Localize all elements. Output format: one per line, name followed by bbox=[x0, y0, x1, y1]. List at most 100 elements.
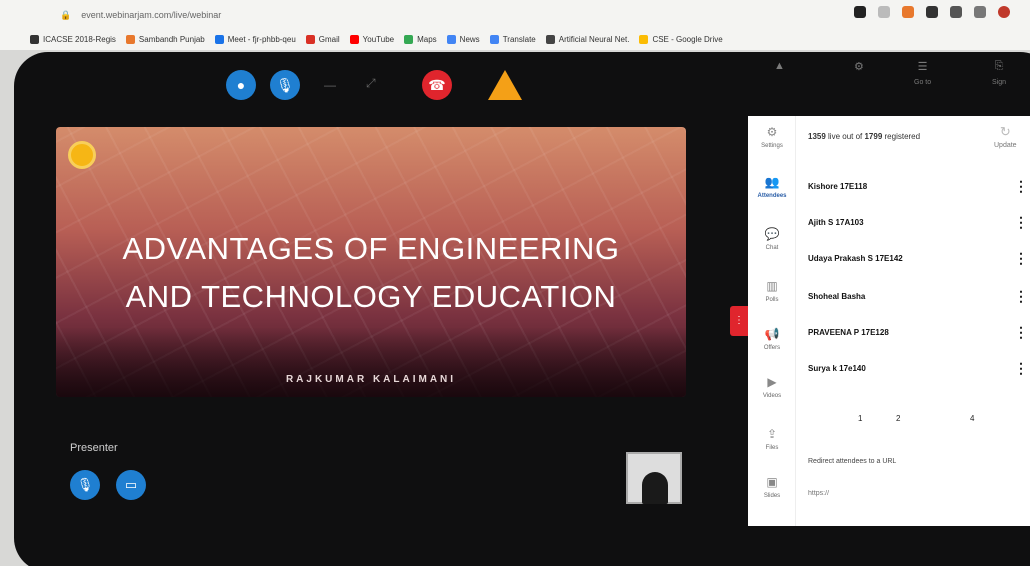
rail-item-files[interactable]: ⇪ Files bbox=[748, 426, 796, 451]
bookmarks-bar: ICACSE 2018-Regis Sambandh Punjab Meet -… bbox=[0, 28, 1030, 50]
rail-item-videos[interactable]: ▶ Videos bbox=[748, 374, 796, 399]
microphone-button[interactable]: 🎙 bbox=[270, 70, 300, 100]
update-button[interactable]: ↻ Update bbox=[994, 124, 1017, 149]
more-options-icon[interactable]: ⋮ bbox=[1014, 288, 1028, 305]
topbar-goto-button[interactable]: ☰ Go to bbox=[914, 60, 931, 86]
bookmark-icon bbox=[489, 34, 499, 44]
rail-item-attendees[interactable]: 👥 Attendees bbox=[748, 174, 796, 199]
page-link[interactable]: 4 bbox=[970, 414, 974, 423]
bookmark-item[interactable]: Maps bbox=[404, 34, 437, 44]
people-icon: 👥 bbox=[764, 175, 780, 189]
video-icon: ▶ bbox=[767, 375, 777, 389]
bar-chart-icon: ▥ bbox=[766, 279, 778, 293]
refresh-icon: ↻ bbox=[999, 124, 1011, 139]
slides-icon: ▣ bbox=[766, 475, 778, 489]
browser-url-bar[interactable]: 🔒 event.webinarjam.com/live/webinar bbox=[0, 0, 1030, 30]
chat-icon: 💬 bbox=[764, 227, 780, 241]
attendee-row[interactable]: Udaya Prakash S 17E142 ⋮ bbox=[808, 250, 1028, 267]
signal-icon: ▲ bbox=[774, 60, 785, 72]
side-panel: ⚙ Settings 👥 Attendees 💬 Chat ▥ Polls 📢 … bbox=[748, 116, 1030, 526]
gear-icon: ⚙ bbox=[854, 61, 864, 73]
user-icon: ● bbox=[236, 77, 246, 93]
bookmark-item[interactable]: Gmail bbox=[305, 34, 340, 44]
camera-button[interactable]: ● bbox=[226, 70, 256, 100]
presenter-label: Presenter bbox=[70, 442, 118, 454]
bookmark-item[interactable]: Meet - fjr-phbb-qeu bbox=[214, 34, 296, 44]
topbar-sign-button[interactable]: ⎘ Sign bbox=[992, 60, 1006, 86]
microphone-icon: 🎙 bbox=[276, 76, 294, 93]
minimize-icon[interactable]: — bbox=[324, 78, 336, 92]
bookmark-item[interactable]: Sambandh Punjab bbox=[125, 34, 205, 44]
bookmark-item[interactable]: YouTube bbox=[349, 34, 394, 44]
panel-nav-rail: ⚙ Settings 👥 Attendees 💬 Chat ▥ Polls 📢 … bbox=[748, 116, 796, 526]
attendee-count: 1359 live out of 1799 registered bbox=[808, 132, 921, 141]
extension-icon[interactable] bbox=[854, 6, 866, 18]
rail-item-offers[interactable]: 📢 Offers bbox=[748, 326, 796, 351]
expand-icon[interactable]: ⤢ bbox=[366, 76, 376, 91]
slide-title: ADVANTAGES OF ENGINEERING AND TECHNOLOGY… bbox=[122, 231, 620, 314]
bookmark-item[interactable]: ICACSE 2018-Regis bbox=[30, 34, 116, 44]
bookmark-icon bbox=[305, 34, 315, 44]
bookmark-item[interactable]: Translate bbox=[489, 34, 536, 44]
monitor-icon: ▭ bbox=[124, 477, 138, 492]
page-link[interactable]: 1 bbox=[858, 414, 862, 423]
topbar-signal-button[interactable]: ▲ bbox=[774, 60, 785, 72]
webinar-toolbar: ● 🎙 — ⤢ ☎ ▲ ⚙ ☰ Go to ⎘ Sign bbox=[14, 52, 1030, 122]
attendee-row[interactable]: Kishore 17E118 ⋮ bbox=[808, 178, 1028, 195]
extension-icon[interactable] bbox=[974, 6, 986, 18]
redirect-url-input[interactable] bbox=[808, 486, 1018, 500]
presenter-mic-button[interactable]: 🎙 bbox=[70, 470, 100, 500]
list-icon: ☰ bbox=[917, 61, 928, 73]
presenter-webcam bbox=[626, 452, 682, 504]
bookmark-item[interactable]: News bbox=[446, 34, 480, 44]
more-options-icon[interactable]: ⋮ bbox=[1014, 324, 1028, 341]
extension-icon[interactable] bbox=[902, 6, 914, 18]
sun-logo-icon bbox=[68, 141, 96, 169]
profile-avatar-icon[interactable] bbox=[998, 6, 1010, 18]
extension-icons bbox=[854, 6, 1010, 18]
more-options-icon[interactable]: ⋮ bbox=[1014, 214, 1028, 231]
presenter-screen-button[interactable]: ▭ bbox=[116, 470, 146, 500]
bookmark-icon bbox=[639, 34, 649, 44]
slide-author: RAJKUMAR KALAIMANI bbox=[285, 374, 457, 385]
microphone-icon: 🎙 bbox=[76, 477, 94, 492]
rail-item-chat[interactable]: 💬 Chat bbox=[748, 226, 796, 251]
rail-item-polls[interactable]: ▥ Polls bbox=[748, 278, 796, 303]
attendee-row[interactable]: Shoheal Basha ⋮ bbox=[808, 288, 1028, 305]
share-icon: ⇪ bbox=[766, 427, 778, 441]
person-silhouette bbox=[642, 472, 668, 504]
bookmark-icon bbox=[446, 34, 456, 44]
bookmark-icon bbox=[214, 34, 224, 44]
bookmark-item[interactable]: CSE - Google Drive bbox=[639, 34, 723, 44]
presentation-slide: ADVANTAGES OF ENGINEERING AND TECHNOLOGY… bbox=[56, 127, 686, 397]
lock-icon: 🔒 bbox=[60, 9, 72, 20]
rail-item-settings[interactable]: ⚙ Settings bbox=[748, 124, 796, 149]
bookmark-icon bbox=[30, 34, 39, 44]
more-options-icon[interactable]: ⋮ bbox=[1014, 250, 1028, 267]
panel-collapse-tab[interactable]: ⋮ bbox=[730, 306, 748, 336]
redirect-label: Redirect attendees to a URL bbox=[808, 458, 897, 465]
extension-icon[interactable] bbox=[926, 6, 938, 18]
bookmark-icon bbox=[125, 34, 135, 44]
megaphone-icon: 📢 bbox=[764, 327, 780, 341]
bookmark-icon bbox=[545, 34, 555, 44]
bookmark-icon bbox=[404, 34, 414, 44]
attendee-row[interactable]: Surya k 17e140 ⋮ bbox=[808, 360, 1028, 377]
bookmark-icon bbox=[349, 34, 359, 44]
attendee-row[interactable]: PRAVEENA P 17E128 ⋮ bbox=[808, 324, 1028, 341]
hang-up-button[interactable]: ☎ bbox=[422, 70, 452, 100]
gear-icon: ⚙ bbox=[766, 125, 778, 139]
page-link[interactable]: 2 bbox=[896, 414, 900, 423]
extension-icon[interactable] bbox=[950, 6, 962, 18]
url-text[interactable]: event.webinarjam.com/live/webinar bbox=[81, 10, 221, 20]
bookmark-item[interactable]: Artificial Neural Net. bbox=[545, 34, 629, 44]
phone-hangup-icon: ☎ bbox=[428, 76, 446, 93]
topbar-settings-button[interactable]: ⚙ bbox=[854, 60, 864, 73]
rail-item-slides[interactable]: ▣ Slides bbox=[748, 474, 796, 499]
user-icon: ⎘ bbox=[994, 60, 1004, 72]
more-options-icon[interactable]: ⋮ bbox=[1014, 178, 1028, 195]
more-options-icon[interactable]: ⋮ bbox=[1014, 360, 1028, 377]
attendee-row[interactable]: Ajith S 17A103 ⋮ bbox=[808, 214, 1028, 231]
star-icon[interactable] bbox=[878, 6, 890, 18]
warning-icon[interactable] bbox=[488, 70, 522, 100]
